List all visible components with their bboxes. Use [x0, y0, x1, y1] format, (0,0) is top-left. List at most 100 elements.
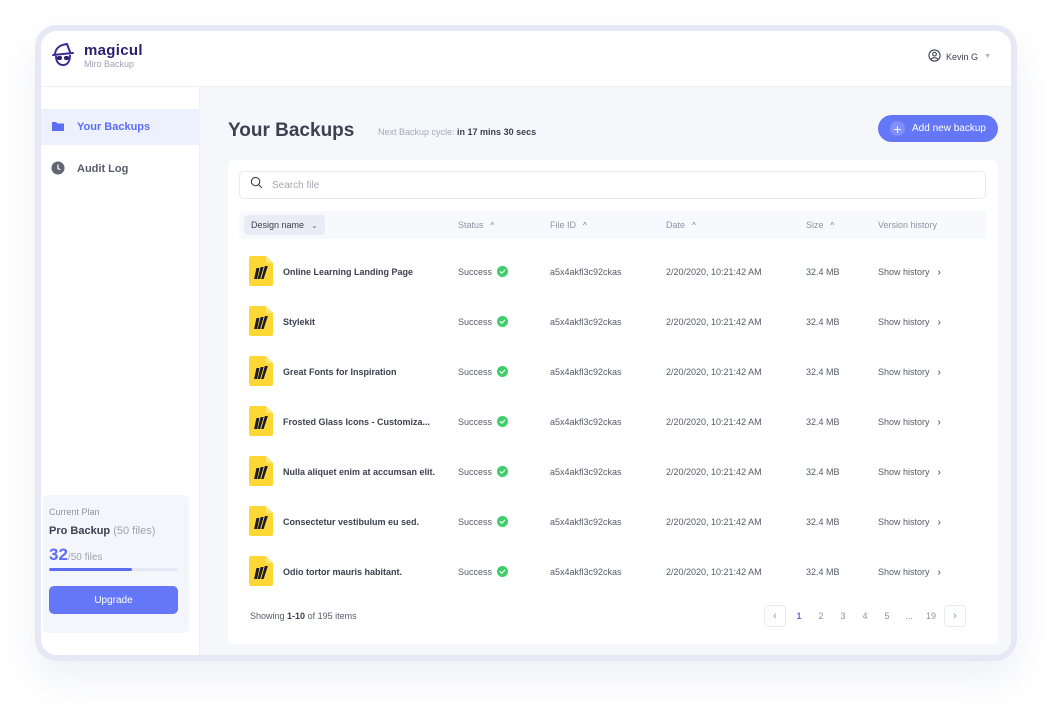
date: 2/20/2020, 10:21:42 AM	[666, 367, 762, 377]
file-id: a5x4akfl3c92ckas	[550, 367, 622, 377]
chevron-right-icon: ›	[937, 266, 941, 278]
file-id: a5x4akfl3c92ckas	[550, 517, 622, 527]
design-name[interactable]: Great Fonts for Inspiration	[283, 367, 397, 377]
page-number[interactable]: 4	[854, 611, 876, 621]
show-history-label: Show history	[878, 267, 930, 277]
column-label: Size	[806, 220, 824, 230]
column-header-date[interactable]: Date ^	[666, 211, 696, 239]
plan-label: Current Plan	[49, 507, 100, 517]
show-history-link[interactable]: Show history ›	[878, 347, 941, 397]
show-history-label: Show history	[878, 467, 930, 477]
table-row[interactable]: Stylekit Success a5x4akfl3c92ckas 2/20/2020…	[239, 297, 986, 347]
page-number[interactable]: 2	[810, 611, 832, 621]
app-subtitle: Miro Backup	[84, 59, 135, 69]
caret-down-icon: ▼	[984, 53, 991, 60]
chevron-right-icon[interactable]: ›	[944, 605, 966, 627]
column-header-status[interactable]: Status ^	[458, 211, 494, 239]
design-name[interactable]: Frosted Glass Icons - Customiza...	[283, 417, 430, 427]
user-circle-icon	[928, 49, 946, 64]
table-row[interactable]: Consectetur vestibulum eu sed. Success a5x…	[239, 497, 986, 547]
current-plan-card: Current Plan Pro Backup (50 files) 32/50…	[43, 495, 189, 633]
miro-file-icon	[249, 306, 283, 338]
show-history-link[interactable]: Show history ›	[878, 447, 941, 497]
user-name: Kevin G	[946, 51, 979, 62]
show-history-label: Show history	[878, 317, 930, 327]
showing-items-info: Showing 1-10 of 195 items	[250, 611, 357, 621]
miro-file-icon	[249, 406, 283, 438]
show-history-link[interactable]: Show history ›	[878, 547, 941, 597]
show-history-link[interactable]: Show history ›	[878, 397, 941, 447]
plan-progress-fill	[49, 568, 132, 571]
design-name[interactable]: Odio tortor mauris habitant.	[283, 567, 402, 577]
miro-file-icon	[249, 356, 283, 388]
design-name[interactable]: Stylekit	[283, 317, 315, 327]
sidebar-item-audit-log[interactable]: Audit Log	[41, 151, 200, 187]
status-cell: Success	[458, 547, 509, 597]
status-text: Success	[458, 517, 493, 527]
chevron-left-icon[interactable]: ‹	[764, 605, 786, 627]
upgrade-button[interactable]: Upgrade	[49, 586, 178, 614]
date: 2/20/2020, 10:21:42 AM	[666, 517, 762, 527]
plan-name-text: Pro Backup	[49, 525, 111, 537]
user-menu[interactable]: Kevin G ▼	[928, 49, 991, 64]
column-header-file-id[interactable]: File ID ^	[550, 211, 587, 239]
design-name[interactable]: Consectetur vestibulum eu sed.	[283, 517, 419, 527]
page-number[interactable]: 3	[832, 611, 854, 621]
success-check-icon	[492, 565, 509, 579]
chevron-up-icon: ^	[830, 220, 835, 230]
table-row[interactable]: Nulla aliquet enim at accumsan elit. Succ…	[239, 447, 986, 497]
page-number[interactable]: 1	[788, 611, 810, 621]
design-name-cell: Frosted Glass Icons - Customiza...	[249, 397, 430, 447]
page-number[interactable]: 5	[876, 611, 898, 621]
next-backup-cycle: Next Backup cycle: in 17 mins 30 secs	[378, 127, 536, 137]
miro-file-icon	[249, 456, 283, 488]
column-label: Date	[666, 220, 686, 230]
add-new-backup-button[interactable]: + Add new backup	[878, 115, 998, 142]
success-check-icon	[492, 465, 509, 479]
showing-suffix: of 195 items	[307, 611, 357, 621]
status-cell: Success	[458, 347, 509, 397]
column-header-size[interactable]: Size ^	[806, 211, 834, 239]
table-row[interactable]: Online Learning Landing Page Success a5x4a…	[239, 247, 986, 297]
show-history-link[interactable]: Show history ›	[878, 247, 941, 297]
miro-file-icon	[249, 506, 283, 538]
logo[interactable]: magicul Miro Backup	[50, 41, 143, 72]
show-history-link[interactable]: Show history ›	[878, 497, 941, 547]
page-numbers: 1 2 3 4 5... 19	[788, 611, 942, 621]
table-row[interactable]: Odio tortor mauris habitant. Success a5x4a…	[239, 547, 986, 597]
size: 32.4 MB	[806, 317, 840, 327]
column-label: File ID	[550, 220, 577, 230]
page-ellipsis: ...	[905, 611, 913, 621]
plan-progress-bar	[49, 568, 178, 571]
design-name[interactable]: Nulla aliquet enim at accumsan elit.	[283, 467, 435, 477]
success-check-icon	[492, 365, 509, 379]
status-text: Success	[458, 567, 493, 577]
table-row[interactable]: Great Fonts for Inspiration Success a5x4ak…	[239, 347, 986, 397]
column-header-design-name[interactable]: Design name ⌄	[244, 215, 325, 235]
status-cell: Success	[458, 397, 509, 447]
status-text: Success	[458, 467, 493, 477]
show-history-link[interactable]: Show history ›	[878, 297, 941, 347]
size: 32.4 MB	[806, 567, 840, 577]
column-header-version-history: Version history	[878, 211, 937, 239]
page-number[interactable]: 19	[920, 611, 942, 621]
status-text: Success	[458, 317, 493, 327]
showing-range: 1-10	[287, 611, 306, 621]
table-row[interactable]: Frosted Glass Icons - Customiza... Succes…	[239, 397, 986, 447]
app-name: magicul	[84, 42, 143, 59]
sidebar-item-your-backups[interactable]: Your Backups	[41, 109, 200, 145]
search-box[interactable]	[239, 171, 986, 199]
next-cycle-value: in 17 mins 30 secs	[457, 127, 537, 137]
search-input[interactable]	[272, 179, 872, 191]
design-name[interactable]: Online Learning Landing Page	[283, 267, 413, 277]
date: 2/20/2020, 10:21:42 AM	[666, 267, 762, 277]
status-text: Success	[458, 367, 493, 377]
size: 32.4 MB	[806, 367, 840, 377]
status-text: Success	[458, 417, 493, 427]
column-label: Status	[458, 220, 484, 230]
date: 2/20/2020, 10:21:42 AM	[666, 317, 762, 327]
chevron-down-icon: ⌄	[311, 220, 318, 230]
file-id: a5x4akfl3c92ckas	[550, 417, 622, 427]
status-text: Success	[458, 267, 493, 277]
date: 2/20/2020, 10:21:42 AM	[666, 417, 762, 427]
